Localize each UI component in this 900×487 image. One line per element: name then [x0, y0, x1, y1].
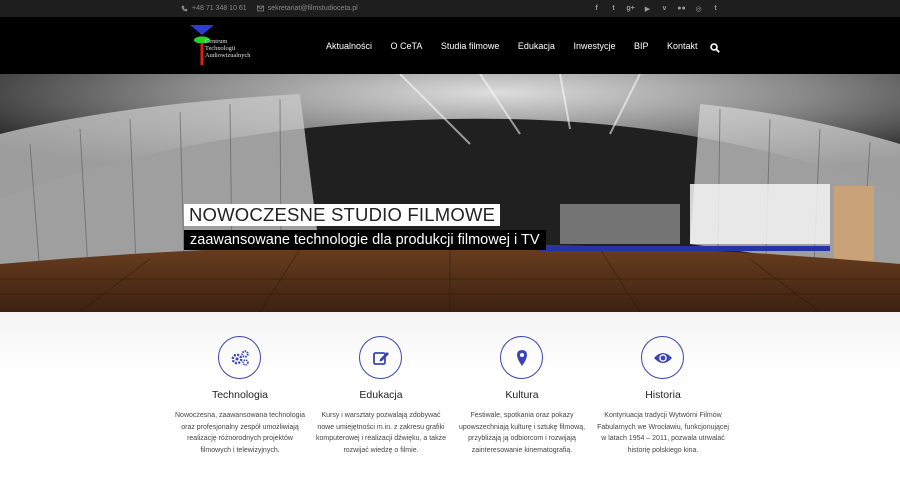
features-section: Technologia Nowoczesna, zaawansowana tec… — [0, 312, 900, 487]
contact-info: +48 71 348 10 61 sekretariat@filmstudioc… — [181, 0, 358, 17]
gears-icon — [231, 349, 249, 366]
hero-banner: NOWOCZESNE STUDIO FILMOWE zaawansowane t… — [0, 74, 900, 312]
nav-item-aktualnosci[interactable]: Aktualności — [326, 41, 372, 51]
tumblr-icon[interactable]: t — [711, 4, 720, 13]
twitter-icon[interactable]: t — [609, 4, 618, 13]
feature-description: Kontynuacja tradycji Wytwórni Filmów Fab… — [597, 412, 729, 454]
phone-info: +48 71 348 10 61 — [181, 5, 247, 12]
youtube-icon[interactable]: ▶ — [643, 4, 652, 13]
nav-item-bip[interactable]: BIP — [634, 41, 649, 51]
nav-item-inwestycje[interactable]: Inwestycje — [573, 41, 615, 51]
feature-title: Edukacja — [359, 389, 403, 401]
facebook-icon[interactable]: f — [592, 4, 601, 13]
vimeo-icon[interactable]: v — [660, 4, 669, 13]
feature-description: Festiwale, spotkania oraz pokazy upowsze… — [458, 412, 586, 454]
feature-description: Kursy i warsztaty pozwalają zdobywać now… — [316, 412, 446, 454]
nav-item-edukacja[interactable]: Edukacja — [518, 41, 555, 51]
site-header: Centrum Technologii Audiowizualnych Aktu… — [0, 17, 900, 74]
email-info: sekretariat@filmstudioceta.pl — [256, 5, 358, 12]
google-plus-icon[interactable]: g+ — [626, 4, 635, 13]
hero-title: NOWOCZESNE STUDIO FILMOWE — [184, 204, 501, 226]
nav-item-kontakt[interactable]: Kontakt — [667, 41, 698, 51]
feature-icon-circle — [359, 336, 402, 379]
nav-item-o-ceta[interactable]: O CeTA — [391, 41, 423, 51]
flickr-icon[interactable]: ●● — [677, 4, 686, 13]
phone-icon — [181, 5, 188, 12]
map-marker-icon — [516, 349, 527, 366]
email-link[interactable]: sekretariat@filmstudioceta.pl — [268, 5, 358, 12]
top-bar: +48 71 348 10 61 sekretariat@filmstudioc… — [0, 0, 900, 17]
nav-item-studia-filmowe[interactable]: Studia filmowe — [441, 41, 500, 51]
edit-icon — [372, 351, 389, 365]
site-logo[interactable]: Centrum Technologii Audiowizualnych — [188, 23, 268, 69]
feature-description: Nowoczesna, zaawansowana technologia ora… — [175, 412, 305, 454]
instagram-icon[interactable]: ◎ — [694, 4, 703, 13]
feature-icon-circle — [641, 336, 684, 379]
hero-subtitle: zaawansowane technologie dla produkcji f… — [184, 230, 546, 250]
feature-title: Historia — [645, 389, 681, 401]
social-links: f t g+ ▶ v ●● ◎ t — [592, 0, 720, 17]
eye-icon — [653, 352, 672, 363]
feature-title: Technologia — [211, 389, 269, 401]
feature-icon-circle — [500, 336, 543, 379]
main-nav: Aktualności O CeTA Studia filmowe Edukac… — [326, 17, 720, 74]
phone-number: +48 71 348 10 61 — [192, 5, 247, 12]
hero-studio-image — [0, 74, 900, 312]
logo-text: Centrum Technologii Audiowizualnych — [205, 38, 251, 59]
feature-title: Kultura — [505, 389, 539, 401]
feature-icon-circle — [218, 336, 261, 379]
envelope-icon — [256, 5, 264, 12]
search-icon[interactable] — [710, 40, 720, 53]
